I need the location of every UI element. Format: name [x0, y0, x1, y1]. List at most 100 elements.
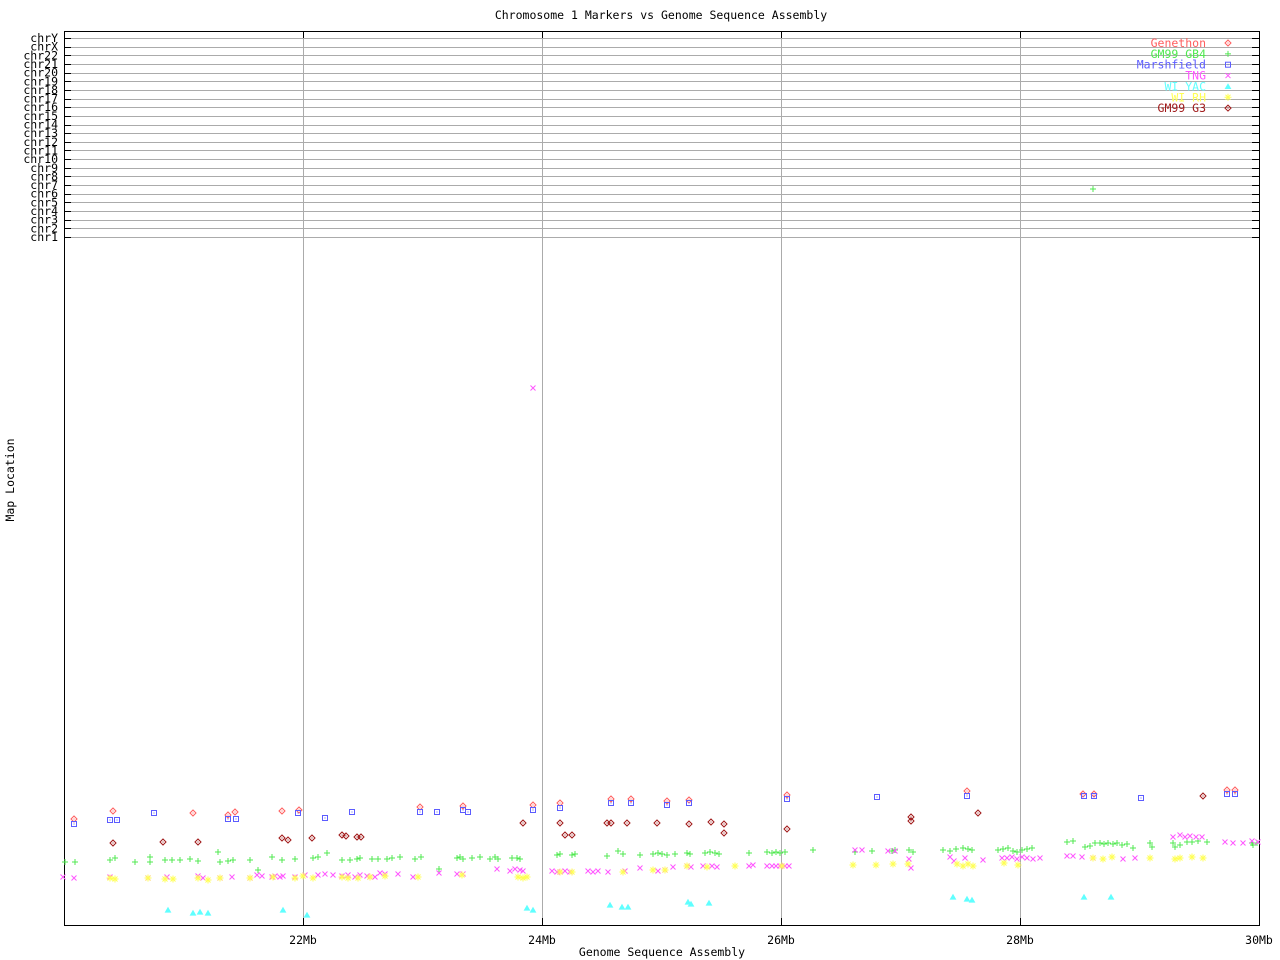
wi-yac-marker [963, 895, 971, 902]
wi-yac-marker [949, 893, 957, 900]
gm99-gb4-marker [347, 857, 353, 863]
gm99-gb4-marker [940, 847, 946, 853]
gm99-gb4-marker [1024, 846, 1030, 852]
gm99-gb4-marker [655, 850, 661, 856]
tng-marker [1193, 834, 1199, 840]
tng-marker [229, 874, 235, 880]
gm99-gb4-marker [269, 854, 275, 860]
wi-yac-marker [705, 899, 713, 906]
gm99-g3-marker [783, 825, 791, 833]
wi-yac-marker [189, 909, 197, 916]
wi-rh-marker [568, 868, 576, 876]
wi-rh-marker [1188, 853, 1196, 861]
gm99-gb4-marker [773, 849, 779, 855]
tng-marker [562, 868, 568, 874]
gm99-gb4-marker [514, 855, 520, 861]
tng-marker [590, 869, 596, 875]
wi-yac-marker [1107, 893, 1115, 900]
gm99-gb4-marker [969, 847, 975, 853]
gm99-gb4-marker [397, 854, 403, 860]
wi-rh-marker [778, 862, 786, 870]
marshfield-marker [664, 802, 670, 808]
gm99-g3-marker [159, 838, 167, 846]
tng-marker [595, 868, 601, 874]
gm99-gb4-marker [412, 856, 418, 862]
wi-rh-marker [381, 872, 389, 880]
gm99-gb4-marker [684, 850, 690, 856]
gm99-gb4-marker [215, 849, 221, 855]
gm99-g3-marker [568, 831, 576, 839]
x-tick-label-24Mb: 24Mb [528, 933, 556, 947]
marshfield-marker [225, 816, 231, 822]
wi-rh-marker [556, 868, 564, 876]
gm99-gb4-marker [1101, 841, 1107, 847]
tng-marker [315, 872, 321, 878]
marshfield-marker [628, 800, 634, 806]
marshfield-marker [1138, 795, 1144, 801]
legend-marker-gm99-g3 [1224, 104, 1232, 112]
tng-marker [786, 863, 792, 869]
wi-rh-marker [414, 873, 422, 881]
gm99-g3-marker [707, 818, 715, 826]
gm99-gb4-marker [810, 847, 816, 853]
gm99-gb4-marker [292, 856, 298, 862]
tng-marker [454, 871, 460, 877]
wi-rh-marker [619, 868, 627, 876]
gm99-g3-marker [907, 813, 915, 821]
gm99-gb4-marker [947, 848, 953, 854]
gm99-gb4-marker [554, 852, 560, 858]
tng-marker [1199, 834, 1205, 840]
gm99-gb4-marker [769, 850, 775, 856]
wi-rh-marker [106, 874, 114, 882]
gm99-gb4-marker [230, 857, 236, 863]
gm99-gb4-marker [1097, 840, 1103, 846]
tng-marker [254, 872, 260, 878]
gm99-g3-marker [556, 819, 564, 827]
legend-marker-genethon [1224, 39, 1232, 47]
gm99-gb4-marker [764, 849, 770, 855]
wi-rh-marker [309, 874, 317, 882]
gm99-gb4-marker [712, 850, 718, 856]
series-marshfield [71, 791, 1238, 827]
series-wi-yac [164, 893, 1115, 918]
tng-marker [980, 857, 986, 863]
tng-marker [1120, 856, 1126, 862]
gm99-g3-marker [974, 809, 982, 817]
gm99-gb4-marker [965, 846, 971, 852]
gm99-gb4-marker [339, 857, 345, 863]
gm99-gb4-marker [637, 852, 643, 858]
gm99-g3-marker [308, 834, 316, 842]
gm99-gb4-marker [324, 850, 330, 856]
genethon-marker [278, 807, 286, 815]
gm99-gb4-marker [132, 859, 138, 865]
marshfield-marker [608, 800, 614, 806]
tng-marker [494, 866, 500, 872]
gm99-gb4-marker [369, 856, 375, 862]
tng-marker [1004, 855, 1010, 861]
gm99-gb4-marker [517, 856, 523, 862]
marshfield-marker [322, 815, 328, 821]
wi-rh-marker [1176, 854, 1184, 862]
marshfield-marker [349, 809, 355, 815]
gm99-gb4-marker [384, 856, 390, 862]
gm99-gb4-marker [1110, 841, 1116, 847]
tng-marker [1170, 834, 1176, 840]
genethon-marker [231, 808, 239, 816]
legend-label-gm99-g3: GM99 G3 [1158, 101, 1207, 115]
marshfield-marker [151, 810, 157, 816]
gm99-gb4-marker [716, 851, 722, 857]
wi-rh-marker [291, 874, 299, 882]
tng-marker [1070, 853, 1076, 859]
tng-marker [512, 866, 518, 872]
gm99-gb4-marker [995, 847, 1001, 853]
tng-marker [1132, 855, 1138, 861]
marshfield-marker [434, 809, 440, 815]
gm99-gb4-marker [354, 856, 360, 862]
tng-marker [1177, 832, 1183, 838]
gm99-g3-marker [907, 817, 915, 825]
tng-marker [714, 864, 720, 870]
gm99-gb4-marker [454, 855, 460, 861]
tng-marker [637, 865, 643, 871]
gm99-gb4-marker [177, 857, 183, 863]
y-tick-label-chr1: chr1 [30, 230, 58, 244]
